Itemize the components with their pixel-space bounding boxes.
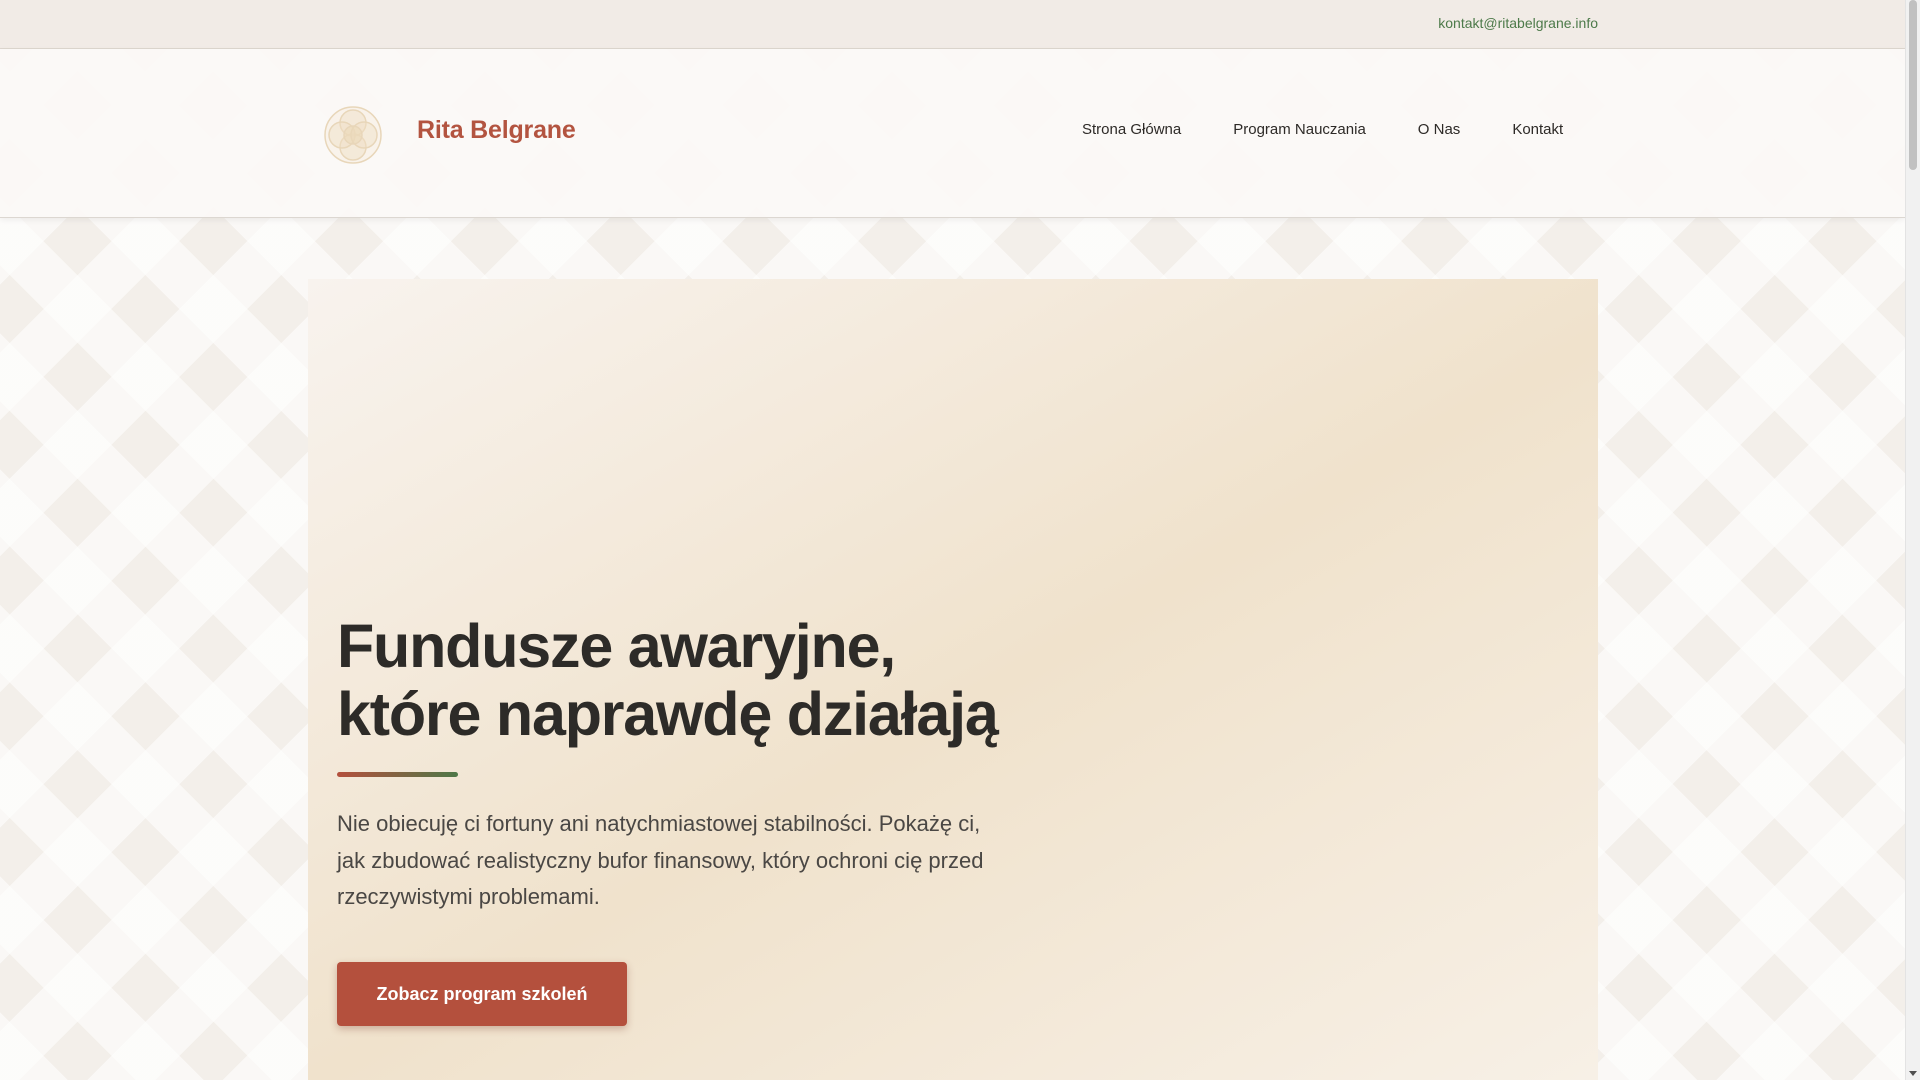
scrollbar-thumb[interactable] bbox=[1909, 0, 1917, 170]
page-scrollbar[interactable] bbox=[1905, 0, 1920, 1080]
brand-name[interactable]: Rita Belgrane bbox=[417, 116, 576, 145]
flower-logo-icon[interactable] bbox=[322, 104, 384, 166]
hero-title-line-1: Fundusze awaryjne, bbox=[337, 612, 896, 680]
scroll-down-arrow-icon[interactable] bbox=[1909, 1071, 1917, 1076]
top-contact-bar: kontakt@ritabelgrane.info bbox=[0, 0, 1905, 49]
hero-section: Fundusze awaryjne, które naprawdę działa… bbox=[308, 279, 1598, 1080]
nav-link-home[interactable]: Strona Główna bbox=[1082, 121, 1181, 138]
site-header: Rita Belgrane Strona Główna Program Nauc… bbox=[0, 49, 1905, 218]
hero-title-line-2: które naprawdę działają bbox=[337, 680, 999, 748]
nav-link-curriculum[interactable]: Program Nauczania bbox=[1233, 121, 1366, 138]
nav-link-contact[interactable]: Kontakt bbox=[1512, 121, 1563, 138]
title-accent-divider bbox=[337, 772, 458, 777]
hero-lead-text: Nie obiecuję ci fortuny ani natychmiasto… bbox=[337, 811, 984, 909]
main-nav: Strona Główna Program Nauczania O Nas Ko… bbox=[1082, 121, 1563, 138]
hero-title: Fundusze awaryjne, które naprawdę działa… bbox=[337, 612, 1057, 748]
nav-link-about[interactable]: O Nas bbox=[1418, 121, 1461, 138]
view-training-program-button[interactable]: Zobacz program szkoleń bbox=[337, 962, 627, 1026]
contact-email-link[interactable]: kontakt@ritabelgrane.info bbox=[1438, 15, 1598, 31]
